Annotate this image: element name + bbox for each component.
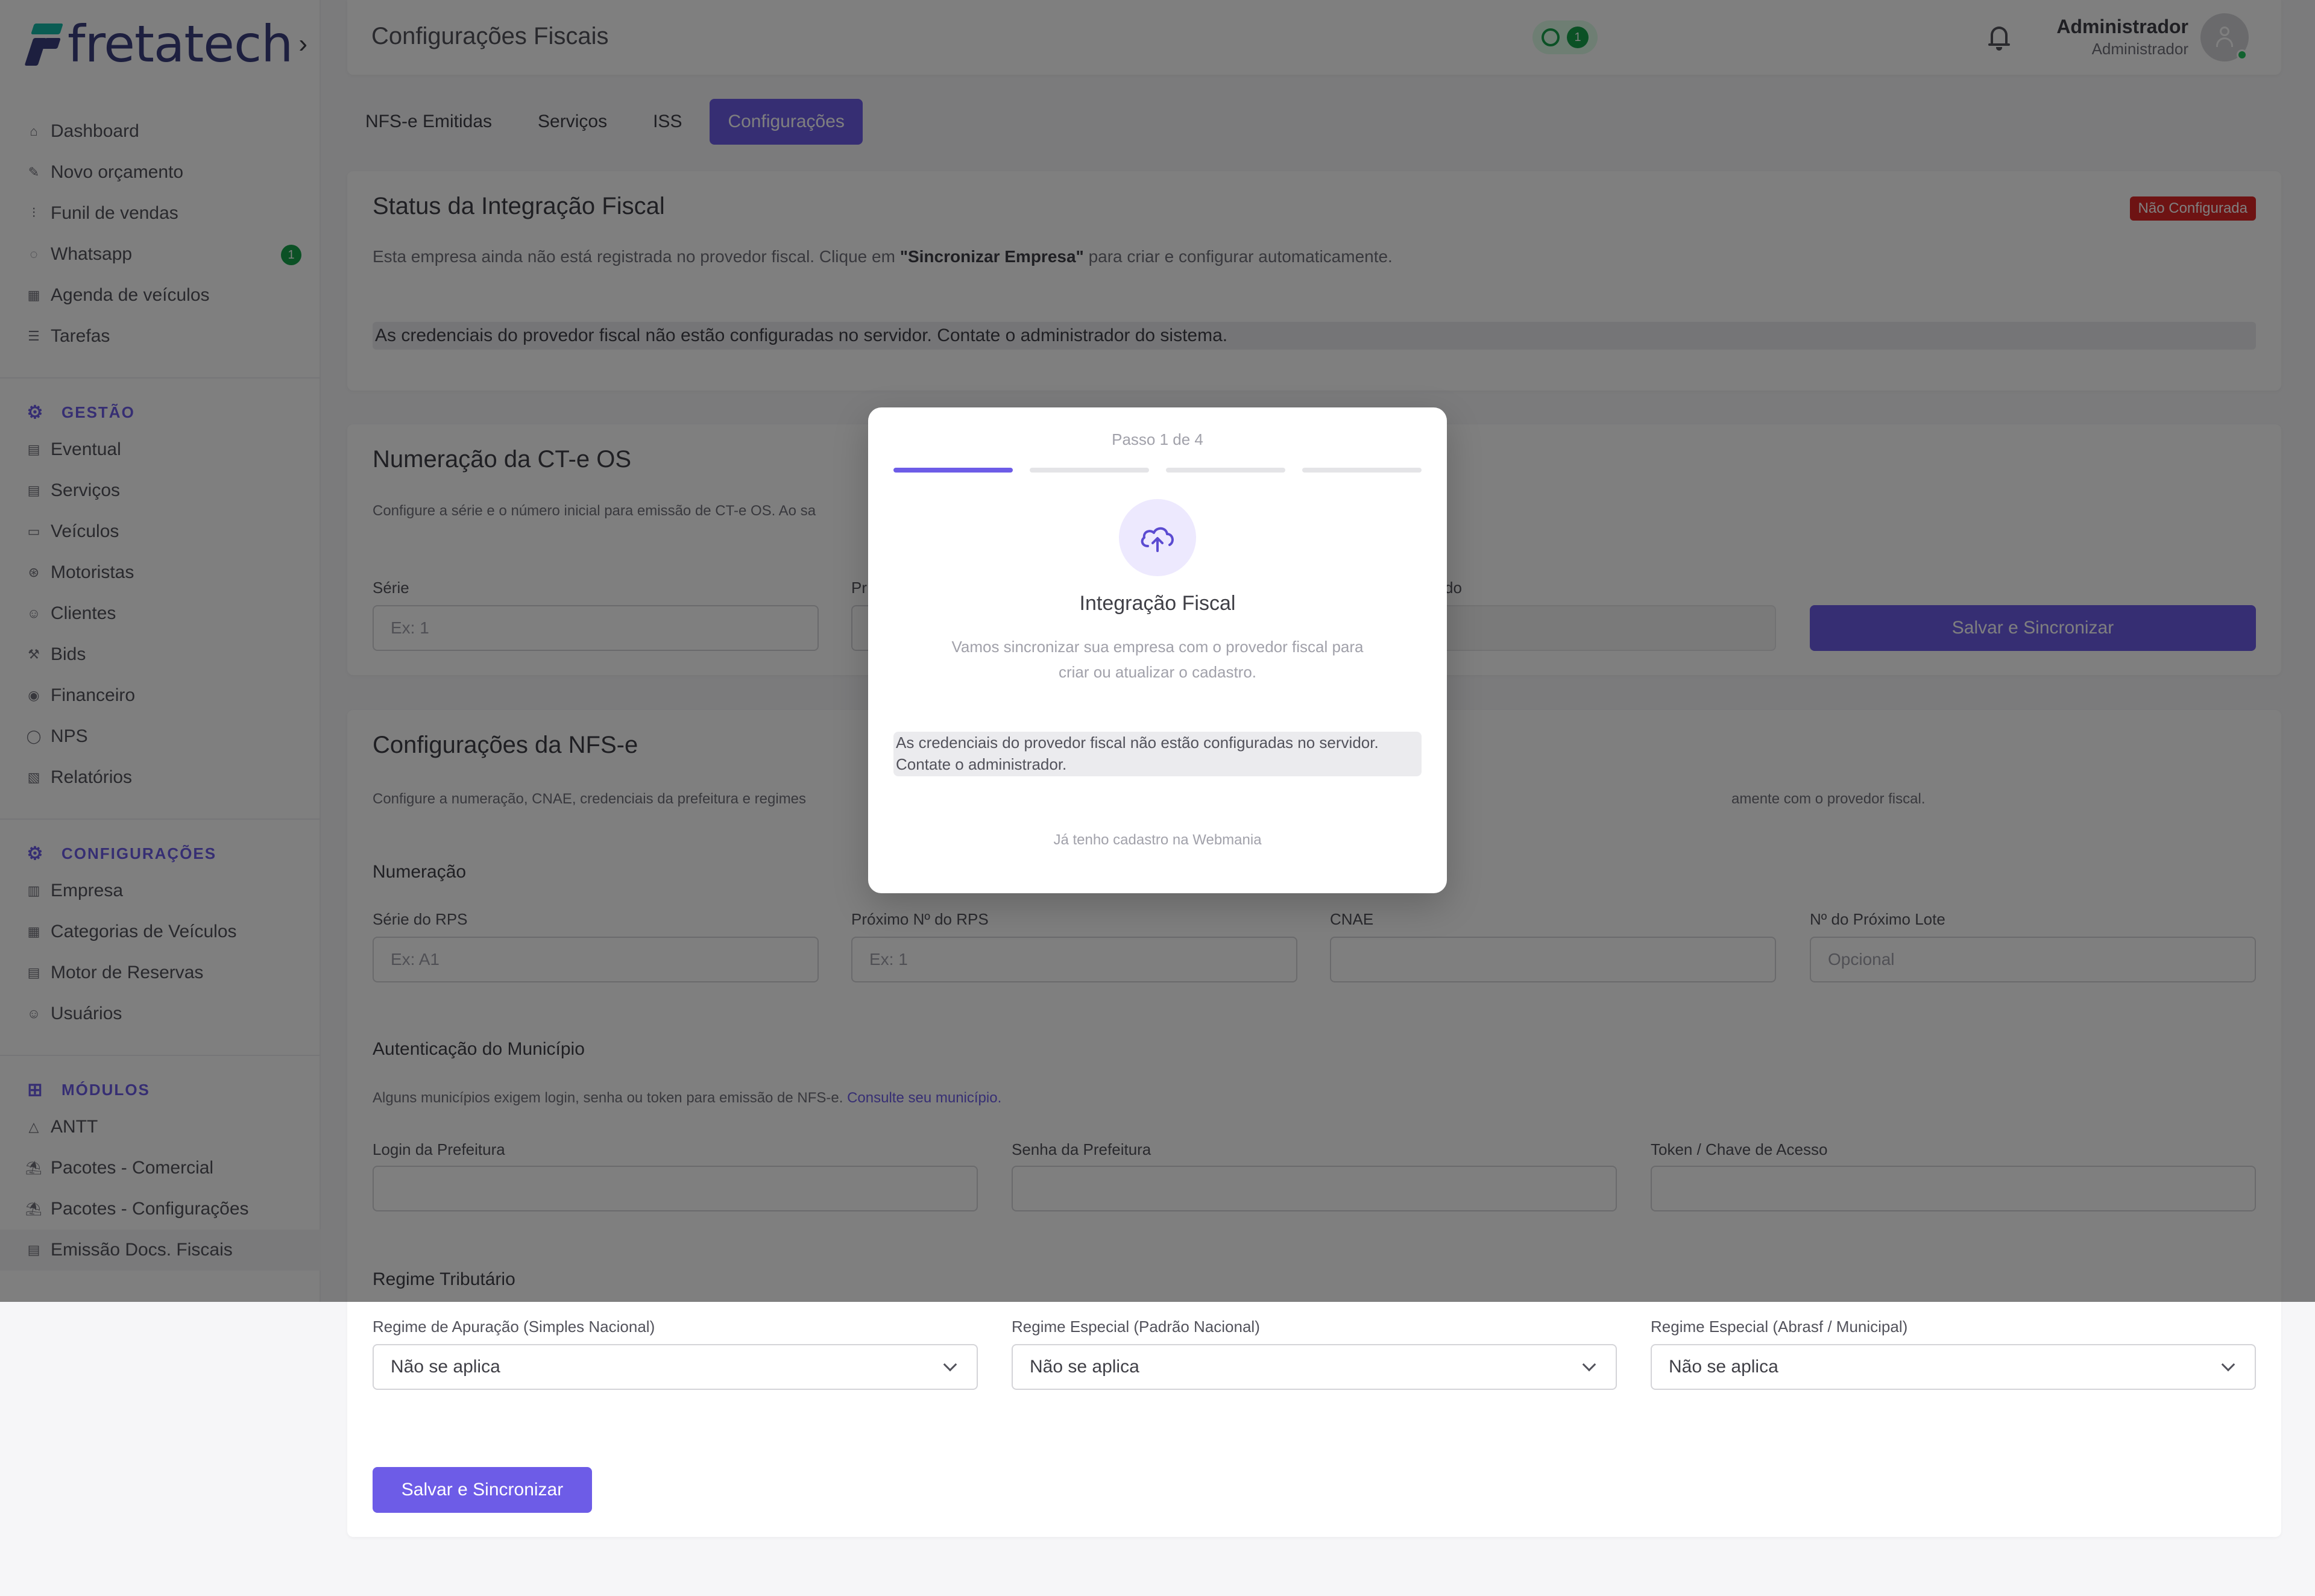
modal-credentials-alert: As credenciais do provedor fiscal não es… [893,732,1422,776]
progress-step-3 [1166,468,1285,473]
cloud-upload-icon [1119,499,1196,576]
regime-apuracao-label: Regime de Apuração (Simples Nacional) [373,1318,655,1336]
save-sync-button[interactable]: Salvar e Sincronizar [373,1467,592,1513]
already-registered-link[interactable]: Já tenho cadastro na Webmania [868,832,1447,849]
integration-wizard-modal: Passo 1 de 4 Integração Fiscal Vamos sin… [868,407,1447,893]
regime-especial-label: Regime Especial (Padrão Nacional) [1012,1318,1260,1336]
regime-especial-select[interactable]: Não se aplica [1012,1344,1617,1390]
step-indicator: Passo 1 de 4 [1112,430,1203,448]
chevron-down-icon [1582,1357,1596,1372]
regime-apuracao-select[interactable]: Não se aplica [373,1344,978,1390]
chevron-down-icon [2221,1357,2235,1372]
progress-step-4 [1302,468,1422,473]
progress-step-1 [893,468,1013,473]
progress-step-2 [1030,468,1149,473]
regime-municipal-select[interactable]: Não se aplica [1651,1344,2256,1390]
modal-description: Vamos sincronizar sua empresa com o prov… [951,638,1364,681]
modal-title: Integração Fiscal [1079,592,1236,615]
chevron-down-icon [943,1357,957,1372]
regime-municipal-label: Regime Especial (Abrasf / Municipal) [1651,1318,1908,1336]
step-progress [893,468,1422,473]
